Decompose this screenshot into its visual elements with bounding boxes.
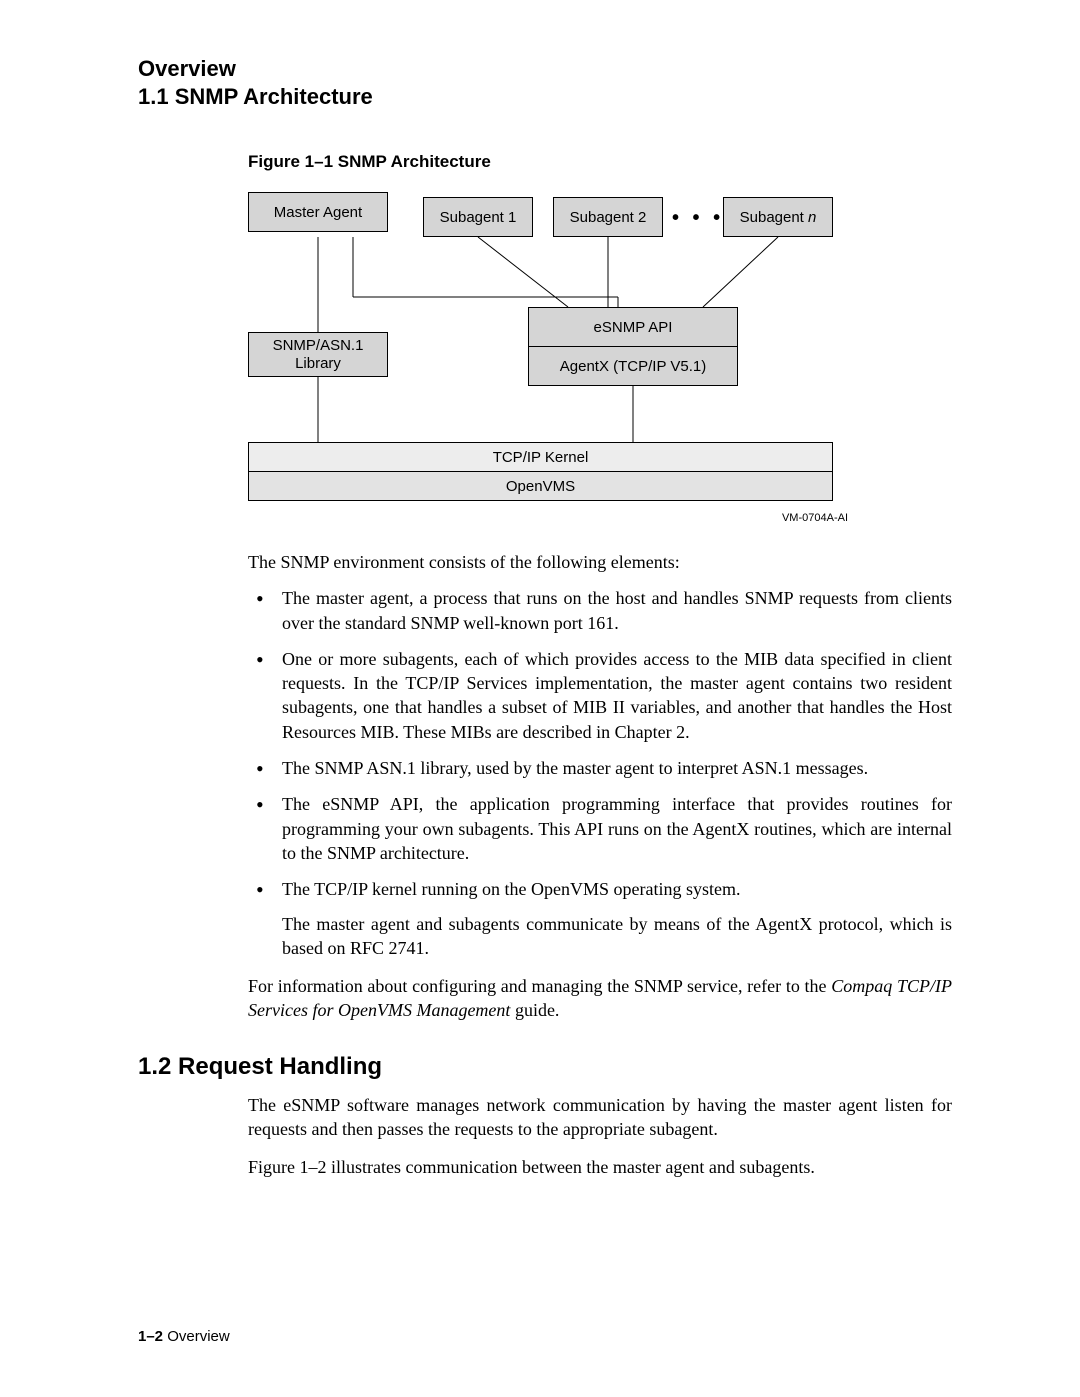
box-tcpip-kernel: TCP/IP Kernel xyxy=(248,442,833,472)
section-1-2-para-2: Figure 1–2 illustrates communication bet… xyxy=(248,1155,952,1179)
list-item: The master agent, a process that runs on… xyxy=(248,586,952,635)
intro-paragraph: The SNMP environment consists of the fol… xyxy=(248,550,952,574)
list-item: One or more subagents, each of which pro… xyxy=(248,647,952,744)
box-agentx: AgentX (TCP/IP V5.1) xyxy=(528,346,738,386)
list-item: The eSNMP API, the application programmi… xyxy=(248,792,952,865)
page-footer: 1–2 Overview xyxy=(138,1328,230,1345)
after-list-paragraph: For information about configuring and ma… xyxy=(248,974,952,1023)
list-item-sub: The master agent and subagents communica… xyxy=(282,912,952,961)
bullet-list: The master agent, a process that runs on… xyxy=(248,586,952,960)
section-1-2-para-1: The eSNMP software manages network commu… xyxy=(248,1093,952,1142)
header-line-1: Overview xyxy=(138,55,952,83)
box-snmp-asn1-library: SNMP/ASN.1 Library xyxy=(248,332,388,377)
page-number: 1–2 xyxy=(138,1328,163,1345)
box-subagent-2: Subagent 2 xyxy=(553,197,663,237)
footer-label: Overview xyxy=(163,1328,230,1345)
box-esnmp-api: eSNMP API xyxy=(528,307,738,347)
ellipsis-icon: • • • xyxy=(672,207,724,230)
figure-id: VM-0704A-AI xyxy=(782,512,848,524)
box-subagent-1: Subagent 1 xyxy=(423,197,533,237)
running-header: Overview 1.1 SNMP Architecture xyxy=(138,55,952,110)
list-item: The TCP/IP kernel running on the OpenVMS… xyxy=(248,877,952,960)
page: Overview 1.1 SNMP Architecture Figure 1–… xyxy=(0,0,1080,1397)
header-line-2: 1.1 SNMP Architecture xyxy=(138,83,952,111)
list-item: The SNMP ASN.1 library, used by the mast… xyxy=(248,756,952,780)
box-subagent-n: Subagent n xyxy=(723,197,833,237)
section-heading-1-2: 1.2 Request Handling xyxy=(138,1053,952,1081)
figure-caption: Figure 1–1 SNMP Architecture xyxy=(248,152,952,172)
figure-diagram: Master Agent Subagent 1 Subagent 2 • • •… xyxy=(248,192,848,522)
box-master-agent: Master Agent xyxy=(248,192,388,232)
box-openvms: OpenVMS xyxy=(248,471,833,501)
